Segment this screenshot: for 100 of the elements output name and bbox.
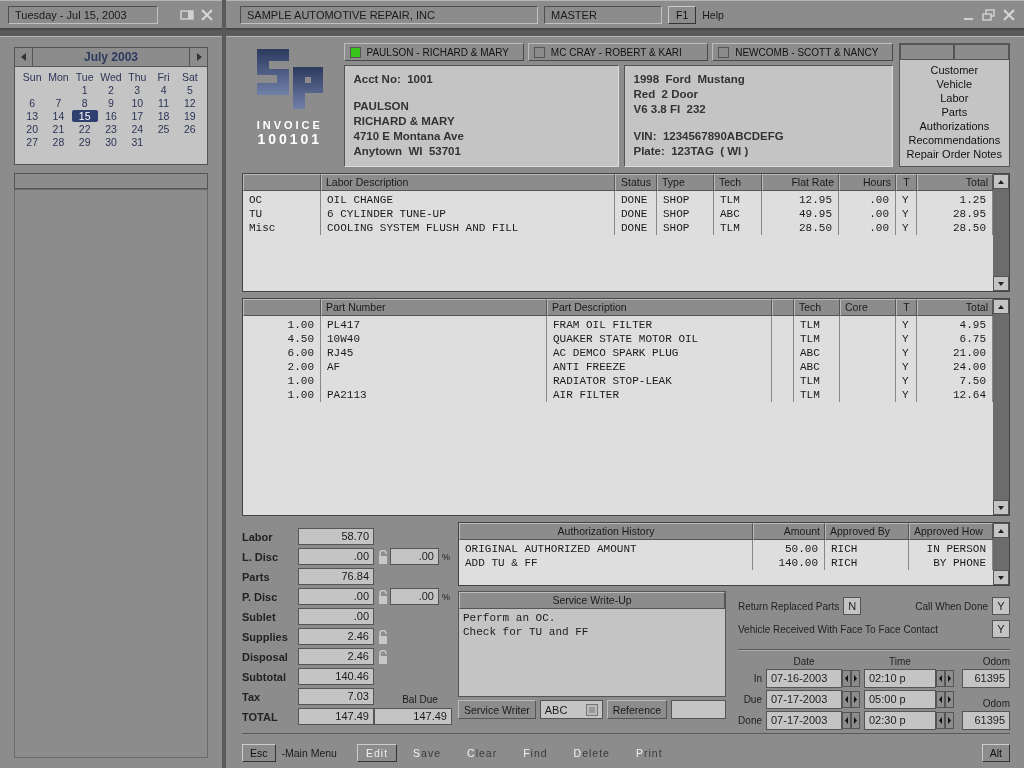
date-field[interactable]: 07-16-2003 [766,669,842,688]
calendar-day[interactable]: 12 [176,97,203,109]
calendar-day[interactable]: 21 [45,123,72,135]
calendar-day[interactable]: 20 [19,123,46,135]
total-field[interactable]: 76.84 [298,568,374,585]
total-field[interactable]: 2.46 [298,628,374,645]
scroll-down-button[interactable] [993,570,1009,585]
calendar-day[interactable]: 11 [150,97,177,109]
nav-link[interactable]: Authorizations [899,119,1009,133]
total-field[interactable]: .00 [298,548,374,565]
column-header[interactable]: Part Description [547,299,772,316]
calendar-day[interactable]: 15 [71,110,98,122]
calendar-day[interactable]: 16 [97,110,125,122]
date-spinner[interactable] [842,670,860,687]
calendar-day[interactable]: 2 [97,84,125,96]
total-field[interactable]: 58.70 [298,528,374,545]
scroll-up-button[interactable] [993,299,1009,314]
calendar-day[interactable]: 24 [124,123,151,135]
calendar-day[interactable]: 27 [19,136,46,148]
column-header[interactable]: T [896,299,917,316]
time-spinner[interactable] [936,670,954,687]
action-button[interactable]: Delete [563,747,620,759]
time-field[interactable]: 02:30 p [864,711,936,730]
total-field[interactable]: .00 [298,608,374,625]
calendar-day[interactable]: 14 [45,110,72,122]
nav-link[interactable]: Parts [899,105,1009,119]
scroll-down-button[interactable] [993,500,1009,515]
previous-month-button[interactable] [15,48,33,66]
calendar-day[interactable]: 18 [150,110,177,122]
column-header[interactable] [243,174,321,191]
escape-key-button[interactable]: Esc [242,744,276,762]
column-header[interactable]: Labor Description [321,174,615,191]
total-field[interactable]: 7.03 [298,688,374,705]
column-header[interactable]: Core [840,299,896,316]
column-header[interactable]: Tech [714,174,762,191]
odometer-field[interactable]: 61395 [962,669,1010,688]
column-header[interactable]: Status [615,174,657,191]
calendar-day[interactable]: 23 [97,123,125,135]
column-header[interactable]: Total [917,174,993,191]
flag-field[interactable]: Y [992,597,1010,615]
close-icon[interactable] [1002,8,1016,21]
close-icon[interactable] [200,8,214,21]
list-icon[interactable] [585,703,598,716]
reference-field[interactable] [671,700,726,719]
calendar-day[interactable]: 30 [97,136,125,148]
flag-field[interactable]: Y [992,620,1010,638]
total-field[interactable]: 2.46 [298,648,374,665]
help-key-button[interactable]: F1 [668,5,697,24]
total-field[interactable]: 147.49 [298,708,374,725]
service-writer-field[interactable]: ABC [539,700,603,719]
column-header[interactable] [243,299,321,316]
calendar-day[interactable]: 13 [19,110,46,122]
total-field[interactable]: .00 [298,588,374,605]
calendar-day[interactable]: 28 [45,136,72,148]
column-header[interactable]: Tech [794,299,840,316]
calendar-day[interactable]: 19 [176,110,203,122]
calendar-day[interactable]: 6 [19,97,46,109]
calendar-day[interactable]: 8 [71,97,98,109]
calendar-day[interactable]: 29 [71,136,98,148]
calendar-day[interactable]: 3 [124,84,151,96]
action-button[interactable]: Clear [457,747,508,759]
calendar-day[interactable]: 7 [45,97,72,109]
nav-link[interactable]: Recommendations [899,133,1009,147]
column-header[interactable]: Type [657,174,714,191]
total-field[interactable]: 140.46 [298,668,374,685]
customer-tab[interactable]: MC CRAY - ROBERT & KARI [527,43,709,61]
column-header[interactable]: Approved How [909,523,993,540]
scrollbar[interactable] [993,299,1009,515]
date-field[interactable]: 07-17-2003 [766,711,842,730]
calendar-day[interactable]: 10 [124,97,151,109]
column-header[interactable]: Part Number [321,299,547,316]
calendar-day[interactable]: 31 [124,136,151,148]
nav-link[interactable]: Labor [899,91,1009,105]
nav-link[interactable]: Vehicle [899,77,1009,91]
column-header[interactable] [772,299,794,316]
scroll-up-button[interactable] [993,174,1009,189]
balance-due-field[interactable]: 147.49 [374,708,452,725]
calendar-day[interactable]: 26 [176,123,203,135]
flag-field[interactable]: N [843,597,862,615]
alt-button[interactable]: Alt [981,744,1010,762]
writeup-text[interactable]: Perform an OC. Check for TU and FF [459,609,725,641]
column-header[interactable]: Total [917,299,993,316]
date-spinner[interactable] [842,712,860,729]
column-header[interactable]: Flat Rate [762,174,839,191]
scrollbar[interactable] [993,523,1009,585]
column-header[interactable]: Hours [839,174,896,191]
next-month-button[interactable] [189,48,207,66]
column-header[interactable]: Approved By [825,523,909,540]
time-spinner[interactable] [936,712,954,729]
column-header[interactable]: T [896,174,917,191]
nav-link[interactable]: Repair Order Notes [899,147,1009,161]
calendar-day[interactable]: 4 [150,84,177,96]
percent-field[interactable]: .00 [390,548,439,565]
nav-link[interactable]: Customer [899,63,1009,77]
calendar-day[interactable]: 1 [71,84,98,96]
time-field[interactable]: 02:10 p [864,669,936,688]
time-spinner[interactable] [936,691,954,708]
calendar-day[interactable]: 25 [150,123,177,135]
time-field[interactable]: 05:00 p [864,690,936,709]
calendar-day[interactable]: 5 [176,84,203,96]
